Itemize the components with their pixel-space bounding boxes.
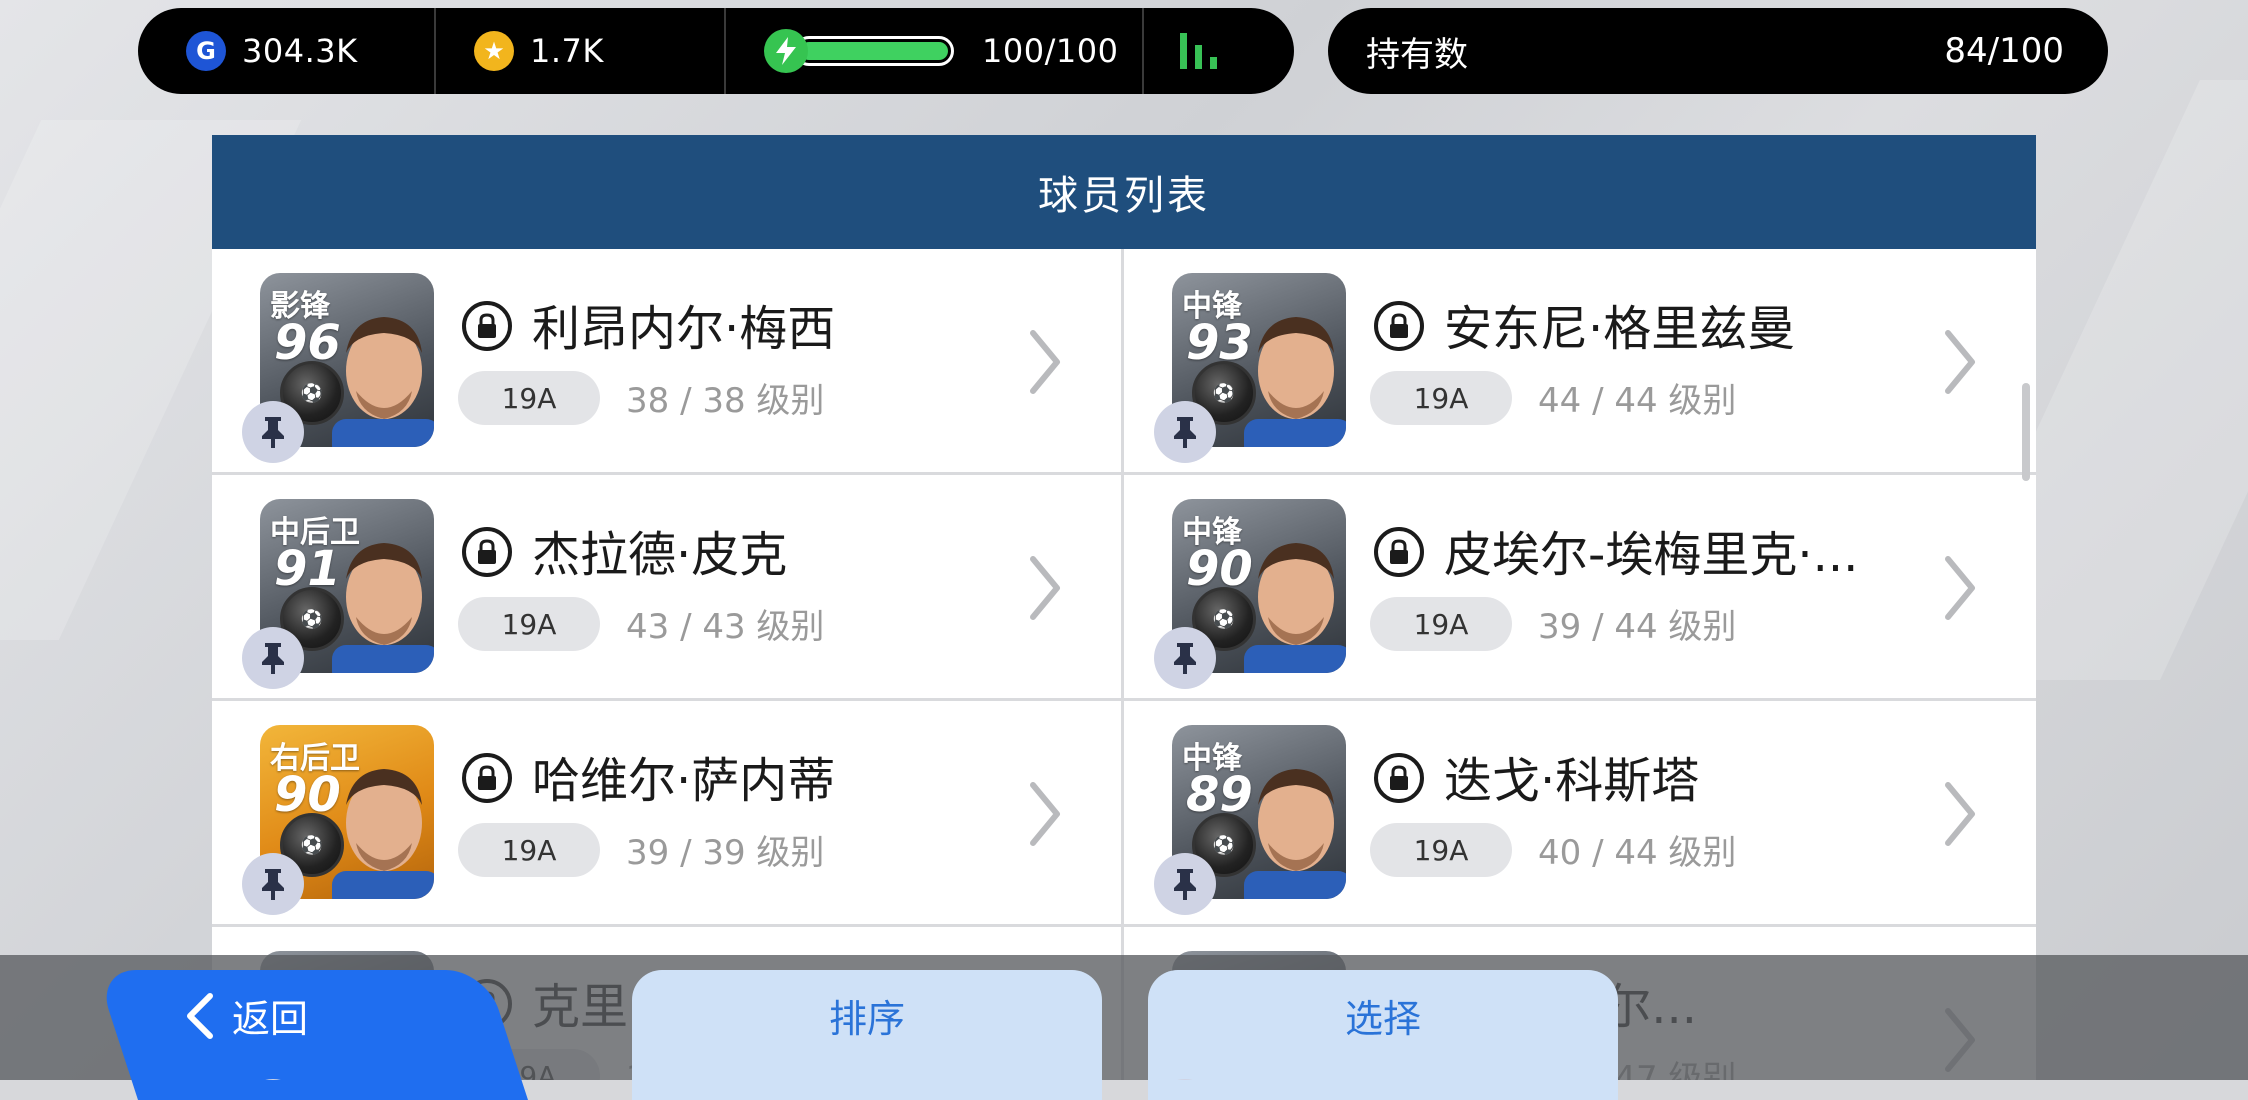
back-button-label[interactable]: 返回	[184, 988, 308, 1043]
pin-icon[interactable]	[242, 627, 304, 689]
scrollbar[interactable]	[2022, 383, 2030, 481]
gp-coin-icon: G	[186, 31, 226, 71]
lock-icon[interactable]	[1374, 301, 1424, 351]
player-card[interactable]: 中锋 90 ⚽ 皮埃尔-埃梅里克·... 19A 39 / 44 级别	[1124, 475, 2036, 701]
chevron-right-icon	[1945, 330, 1975, 394]
player-level: 39 / 44 级别	[1538, 607, 1737, 647]
panel-title: 球员列表	[212, 135, 2036, 249]
holdings-bar: 持有数 84/100	[1328, 8, 2108, 94]
holdings-value: 84/100	[1944, 31, 2064, 71]
energy-bar	[794, 36, 954, 66]
gp-value: 304.3K	[242, 32, 358, 70]
player-name: 皮埃尔-埃梅里克·...	[1444, 527, 1859, 583]
lock-icon[interactable]	[462, 753, 512, 803]
player-face-icon	[332, 317, 434, 447]
resource-bar: G 304.3K ★ 1.7K 100/100	[138, 8, 1294, 94]
chevron-right-icon	[1030, 330, 1060, 394]
sort-button[interactable]: 排序	[632, 970, 1102, 1100]
pin-icon[interactable]	[1154, 627, 1216, 689]
stats-button[interactable]	[1144, 8, 1294, 94]
player-level: 38 / 38 级别	[626, 381, 825, 421]
chevron-right-icon	[1945, 556, 1975, 620]
holdings-label: 持有数	[1366, 34, 1468, 75]
player-level: 43 / 43 级别	[626, 607, 825, 647]
pin-icon[interactable]	[242, 401, 304, 463]
player-name: 迭戈·科斯塔	[1444, 753, 1700, 809]
player-face-icon	[1244, 317, 1346, 447]
player-face-icon	[1244, 769, 1346, 899]
lightning-icon	[764, 29, 808, 73]
player-level: 39 / 39 级别	[626, 833, 825, 873]
lock-icon[interactable]	[462, 301, 512, 351]
player-name: 哈维尔·萨内蒂	[532, 753, 836, 809]
bar-chart-icon	[1180, 33, 1217, 69]
back-label-text: 返回	[232, 997, 309, 1041]
chevron-right-icon	[1030, 556, 1060, 620]
player-name: 利昂内尔·梅西	[532, 301, 836, 357]
player-card[interactable]: 影锋 96 ⚽ 利昂内尔·梅西 19A 38 / 38 级别	[212, 249, 1124, 475]
player-name: 安东尼·格里兹曼	[1444, 301, 1796, 357]
player-card[interactable]: 中锋 93 ⚽ 安东尼·格里兹曼 19A 44 / 44 级别	[1124, 249, 2036, 475]
player-version-tag: 19A	[1370, 823, 1512, 877]
player-version-tag: 19A	[458, 597, 600, 651]
gp-balance: G 304.3K	[138, 8, 436, 94]
chevron-right-icon	[1030, 782, 1060, 846]
player-face-icon	[1244, 543, 1346, 673]
sort-label: 排序	[828, 997, 905, 1041]
player-version-tag: 19A	[458, 371, 600, 425]
player-level: 44 / 44 级别	[1538, 381, 1737, 421]
player-level: 40 / 44 级别	[1538, 833, 1737, 873]
player-version-tag: 19A	[1370, 371, 1512, 425]
lock-icon[interactable]	[1374, 753, 1424, 803]
player-version-tag: 19A	[1370, 597, 1512, 651]
energy-meter: 100/100	[726, 8, 1144, 94]
player-name: 杰拉德·皮克	[532, 527, 788, 583]
select-button[interactable]: 选择	[1148, 970, 1618, 1100]
player-card[interactable]: 中后卫 91 ⚽ 杰拉德·皮克 19A 43 / 43 级别	[212, 475, 1124, 701]
coin-value: 1.7K	[530, 32, 604, 70]
pin-icon[interactable]	[242, 853, 304, 915]
star-coin-icon: ★	[474, 31, 514, 71]
pin-icon[interactable]	[1154, 401, 1216, 463]
back-button[interactable]	[95, 970, 528, 1100]
coin-balance: ★ 1.7K	[436, 8, 726, 94]
player-list-panel: 球员列表 影锋 96 ⚽ 利昂内尔·梅西 19A 38 / 38 级别 中锋 9…	[212, 135, 2036, 1080]
player-face-icon	[332, 769, 434, 899]
lock-icon[interactable]	[1374, 527, 1424, 577]
lock-icon[interactable]	[462, 527, 512, 577]
player-card[interactable]: 中锋 89 ⚽ 迭戈·科斯塔 19A 40 / 44 级别	[1124, 701, 2036, 927]
energy-bar-fill	[800, 42, 948, 60]
pin-icon[interactable]	[1154, 853, 1216, 915]
chevron-right-icon	[1945, 782, 1975, 846]
player-card[interactable]: 右后卫 90 ⚽ 哈维尔·萨内蒂 19A 39 / 39 级别	[212, 701, 1124, 927]
player-version-tag: 19A	[458, 823, 600, 877]
energy-value: 100/100	[982, 32, 1119, 70]
chevron-left-icon	[187, 992, 213, 1039]
select-label: 选择	[1344, 997, 1421, 1041]
player-face-icon	[332, 543, 434, 673]
